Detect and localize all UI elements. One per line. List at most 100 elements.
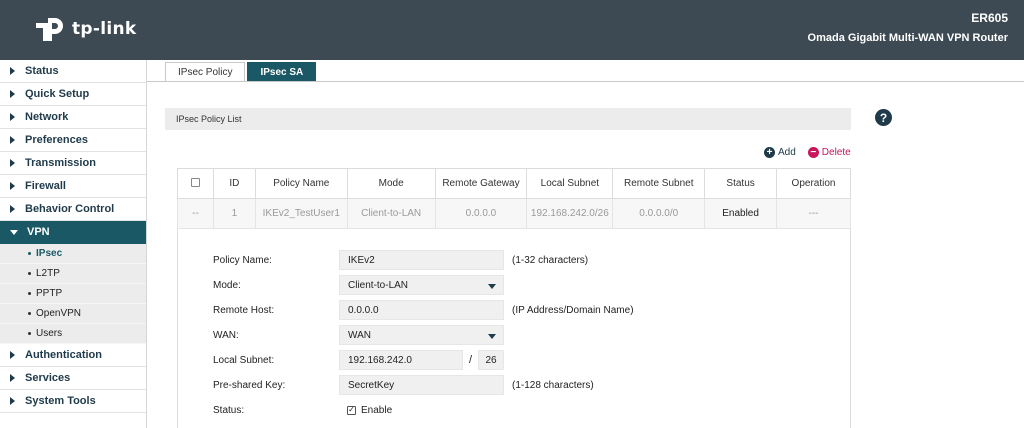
sidebar-subitem-label: PPTP: [36, 288, 63, 299]
wan-select[interactable]: WAN: [339, 325, 504, 345]
sidebar-item-firewall[interactable]: Firewall: [0, 175, 146, 198]
psk-input[interactable]: SecretKey: [339, 375, 504, 395]
delete-button[interactable]: − Delete: [807, 147, 851, 158]
expand-arrow-icon: [10, 351, 15, 359]
wan-select-value: WAN: [348, 329, 371, 341]
list-actions: + Add − Delete: [764, 147, 851, 158]
tab-ipsec-policy[interactable]: IPsec Policy: [165, 62, 246, 82]
add-button[interactable]: + Add: [764, 147, 796, 158]
sidebar-subitem-openvpn[interactable]: OpenVPN: [0, 304, 146, 324]
row-remote-gateway: 0.0.0.0: [434, 198, 528, 229]
column-header-operation: Operation: [776, 168, 851, 199]
row-mode: Client-to-LAN: [346, 198, 436, 229]
help-icon[interactable]: ?: [875, 109, 892, 126]
sidebar-subitem-l2tp[interactable]: L2TP: [0, 264, 146, 284]
bullet-icon: [28, 312, 31, 315]
sidebar-item-label: System Tools: [25, 395, 96, 407]
tp-link-logo-icon: [36, 18, 63, 41]
sidebar-item-preferences[interactable]: Preferences: [0, 129, 146, 152]
sidebar-nav: Status Quick Setup Network Preferences T…: [0, 60, 147, 428]
top-header: tp-link ER605 Omada Gigabit Multi-WAN VP…: [0, 0, 1024, 60]
status-label: Status:: [213, 404, 245, 416]
column-header-local-subnet: Local Subnet: [526, 168, 614, 199]
row-policy-name: IKEv2_TestUser1: [254, 198, 348, 229]
row-operation: ---: [776, 198, 851, 229]
sidebar-subitem-label: Users: [36, 328, 63, 339]
tab-divider: [147, 81, 1024, 82]
local-subnet-row: Local Subnet: 192.168.242.0 / 26: [213, 350, 505, 370]
add-button-label: Add: [778, 147, 796, 158]
row-id: 1: [212, 198, 256, 229]
expand-arrow-icon: [10, 136, 15, 144]
logo-text: tp-link: [72, 19, 137, 39]
column-header-remote-gateway: Remote Gateway: [434, 168, 528, 199]
psk-row: Pre-shared Key: SecretKey (1-128 charact…: [213, 375, 594, 395]
subnet-separator: /: [469, 354, 473, 366]
remote-host-row: Remote Host: 0.0.0.0 (IP Address/Domain …: [213, 300, 634, 320]
device-description: Omada Gigabit Multi-WAN VPN Router: [807, 32, 1008, 44]
table-header-row: ID Policy Name Mode Remote Gateway Local…: [177, 168, 851, 199]
status-row: Status: ✓ Enable: [213, 400, 392, 420]
sidebar-item-transmission[interactable]: Transmission: [0, 152, 146, 175]
minus-circle-icon: −: [807, 147, 819, 158]
column-header-policy-name: Policy Name: [254, 168, 348, 199]
mode-select-value: Client-to-LAN: [348, 279, 409, 291]
sidebar-subitem-ipsec[interactable]: IPsec: [0, 244, 146, 264]
row-remote-subnet: 0.0.0.0/0: [612, 198, 706, 229]
sidebar-item-network[interactable]: Network: [0, 106, 146, 129]
sidebar-item-behavior-control[interactable]: Behavior Control: [0, 198, 146, 221]
tab-ipsec-sa[interactable]: IPsec SA: [247, 62, 317, 82]
tab-bar: IPsec Policy IPsec SA: [165, 62, 318, 82]
select-all-checkbox[interactable]: [190, 177, 200, 187]
column-header-remote-subnet: Remote Subnet: [612, 168, 706, 199]
enable-checkbox[interactable]: ✓: [347, 405, 356, 415]
psk-label: Pre-shared Key:: [213, 379, 286, 391]
wan-row: WAN: WAN: [213, 325, 504, 345]
sidebar-subitem-label: L2TP: [36, 268, 60, 279]
expand-arrow-icon: [10, 90, 15, 98]
remote-host-hint: (IP Address/Domain Name): [512, 304, 634, 316]
policy-name-input[interactable]: IKEv2: [339, 250, 504, 270]
remote-host-input[interactable]: 0.0.0.0: [339, 300, 504, 320]
expand-arrow-icon: [10, 182, 15, 190]
policy-name-hint: (1-32 characters): [512, 254, 589, 266]
sidebar-item-label: Preferences: [25, 134, 88, 146]
local-subnet-label: Local Subnet:: [213, 354, 275, 366]
sidebar-item-services[interactable]: Services: [0, 367, 146, 390]
sidebar-item-label: Services: [25, 372, 71, 384]
section-title: IPsec Policy List: [165, 108, 851, 130]
delete-button-label: Delete: [821, 147, 851, 158]
sidebar-item-quick-setup[interactable]: Quick Setup: [0, 83, 146, 106]
row-status: Enabled: [704, 198, 778, 229]
sidebar-item-label: Firewall: [25, 180, 66, 192]
sidebar-subitem-users[interactable]: Users: [0, 324, 146, 344]
column-header-id: ID: [212, 168, 256, 199]
mode-row: Mode: Client-to-LAN: [213, 275, 504, 295]
tp-link-logo[interactable]: tp-link: [30, 14, 137, 44]
mode-label: Mode:: [213, 279, 241, 291]
expand-arrow-icon: [10, 397, 15, 405]
collapse-arrow-icon: [10, 229, 18, 235]
policy-edit-panel: Policy Name: IKEv2 (1-32 characters) Mod…: [177, 229, 851, 428]
sidebar-item-authentication[interactable]: Authentication: [0, 344, 146, 367]
remote-host-label: Remote Host:: [213, 304, 275, 316]
table-row[interactable]: -- 1 IKEv2_TestUser1 Client-to-LAN 0.0.0…: [177, 198, 851, 229]
sidebar-item-status[interactable]: Status: [0, 60, 146, 83]
column-header-mode: Mode: [346, 168, 436, 199]
sidebar-subitem-pptp[interactable]: PPTP: [0, 284, 146, 304]
bullet-icon: [28, 292, 31, 295]
bullet-icon: [28, 332, 31, 335]
local-subnet-ip-input[interactable]: 192.168.242.0: [339, 350, 463, 370]
ipsec-policy-table: ID Policy Name Mode Remote Gateway Local…: [177, 168, 851, 229]
sidebar-item-label: Behavior Control: [25, 203, 115, 215]
local-subnet-mask-input[interactable]: 26: [478, 350, 505, 370]
column-header-status: Status: [704, 168, 778, 199]
sidebar-item-system-tools[interactable]: System Tools: [0, 390, 146, 413]
enable-checkbox-label: Enable: [361, 404, 393, 416]
sidebar-item-vpn[interactable]: VPN: [0, 221, 146, 244]
sidebar-item-label: Network: [25, 111, 69, 123]
mode-select[interactable]: Client-to-LAN: [339, 275, 504, 295]
plus-circle-icon: +: [764, 147, 775, 158]
sidebar-item-label: Quick Setup: [25, 88, 90, 100]
expand-arrow-icon: [10, 113, 15, 121]
